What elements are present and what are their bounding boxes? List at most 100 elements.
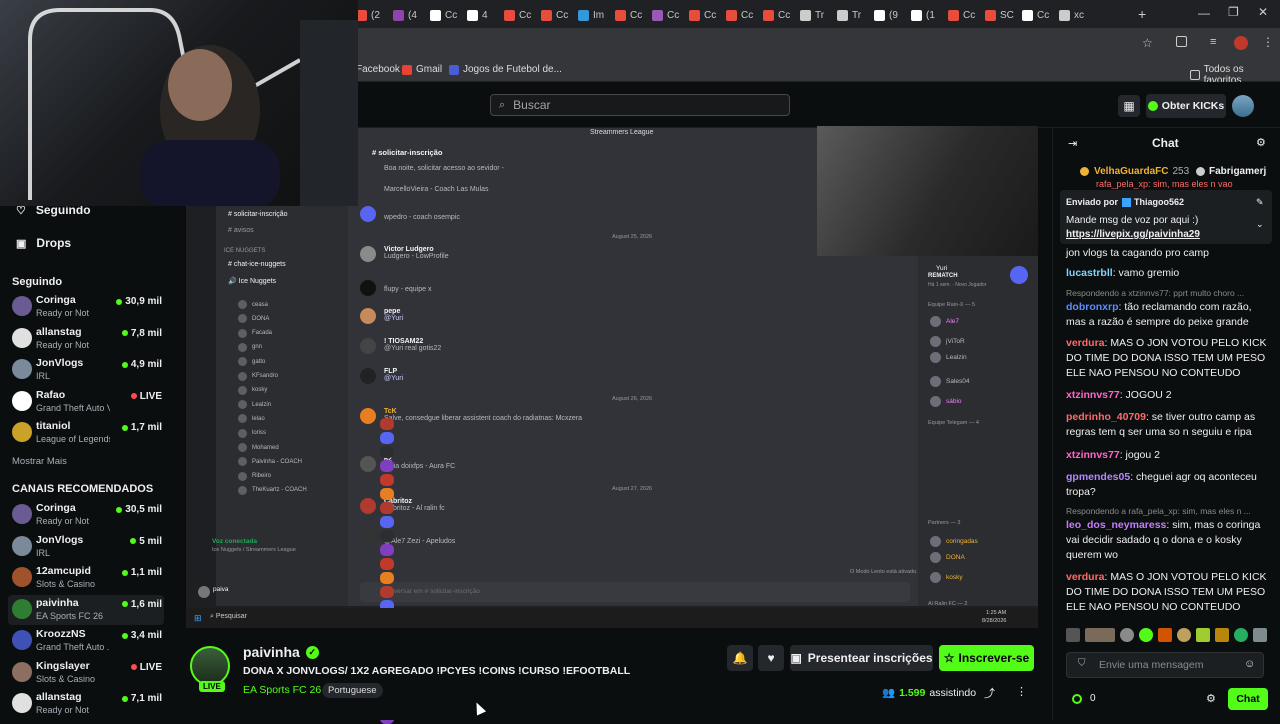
chat-message[interactable]: xtzinnvs77: jogou 2 [1066, 448, 1272, 463]
sidebar-channel[interactable]: JonVlogs IRL 5 mil [8, 532, 164, 562]
bookmark-gmail[interactable]: Gmail [402, 64, 442, 75]
notification-button[interactable]: 🔔 [727, 645, 753, 671]
emote-icon[interactable] [1066, 628, 1080, 642]
chat-username[interactable]: verdura [1066, 337, 1105, 349]
browser-tab[interactable]: (9 [874, 5, 898, 25]
collapse-chat-icon[interactable]: ⇥ [1068, 137, 1077, 150]
browser-tab[interactable]: Cc [504, 5, 531, 25]
browser-tab[interactable]: Cc [615, 5, 642, 25]
bookmark-star-icon[interactable]: ☆ [1142, 36, 1153, 50]
browser-tab[interactable]: SC [985, 5, 1014, 25]
language-tag[interactable]: Portuguese [322, 683, 383, 698]
maximize-icon[interactable]: ❐ [1228, 5, 1239, 19]
browser-tab[interactable]: Tr [800, 5, 824, 25]
channel-category: Grand Theft Auto V (... [36, 402, 110, 413]
browser-tab[interactable]: Cc [948, 5, 975, 25]
chat-message[interactable]: leo_dos_neymaress: sim, mas o coringa va… [1066, 518, 1272, 563]
emote-icon[interactable] [1196, 628, 1210, 642]
pinned-link[interactable]: https://livepix.gg/paivinha29 [1066, 229, 1200, 240]
browser-tab[interactable]: Cc [652, 5, 679, 25]
sidebar-channel[interactable]: Coringa Ready or Not 30,9 mil [8, 292, 164, 322]
emote-icon[interactable] [1253, 628, 1267, 642]
sidebar-channel[interactable]: 12amcupid Slots & Casino 1,1 mil [8, 563, 164, 593]
emote-icon[interactable] [1177, 628, 1191, 642]
chat-input[interactable]: Envie uma mensagem [1066, 652, 1264, 678]
browser-tab[interactable]: xc [1059, 5, 1084, 25]
stream-category[interactable]: EA Sports FC 26 [243, 684, 321, 696]
more-icon[interactable]: ⋮ [1016, 685, 1027, 698]
chat-username[interactable]: dobronxrp [1066, 301, 1119, 313]
chat-username[interactable]: lucastrbll [1066, 267, 1113, 279]
emote-icon[interactable] [1120, 628, 1134, 642]
chat-username[interactable]: xtzinnvs77 [1066, 449, 1120, 461]
chat-message[interactable]: dobronxrp: tão reclamando com razão, mas… [1066, 300, 1272, 330]
sidebar-channel[interactable]: titaniol League of Legends 1,7 mil [8, 418, 164, 448]
sidebar-channel[interactable]: Coringa Ready or Not 30,5 mil [8, 500, 164, 530]
emote-icon[interactable] [1139, 628, 1153, 642]
sidebar-channel[interactable]: KroozzNS Grand Theft Auto ... 3,4 mil [8, 626, 164, 656]
sidebar-item-drops[interactable]: ▣ Drops [16, 236, 71, 250]
emoji-icon[interactable]: ☺ [1244, 658, 1255, 670]
chat-message[interactable]: xtzinnvs77: JOGOU 2 [1066, 388, 1272, 403]
chat-username[interactable]: verdura [1066, 571, 1105, 583]
streamer-avatar[interactable] [190, 646, 230, 686]
browser-tab[interactable]: Cc [430, 5, 457, 25]
chat-options-icon[interactable]: ⚙ [1206, 692, 1216, 705]
chat-message[interactable]: verdura: MAS O JON VOTOU PELO KICK DO TI… [1066, 570, 1272, 615]
chat-settings-icon[interactable]: ⚙ [1256, 136, 1266, 149]
chat-username[interactable]: pedrinho_40709 [1066, 411, 1146, 423]
bookmark-jogos[interactable]: Jogos de Futebol de... [449, 64, 562, 75]
sidebar-channel[interactable]: paivinha EA Sports FC 26 1,6 mil [8, 594, 164, 625]
extensions-icon[interactable] [1176, 36, 1187, 47]
browser-tab[interactable]: Cc [1022, 5, 1049, 25]
search-input[interactable]: ⌕ Buscar [490, 94, 790, 116]
bookmark-facebook[interactable]: Facebook [356, 64, 400, 75]
chat-message[interactable]: verdura: MAS O JON VOTOU PELO KICK DO TI… [1066, 336, 1272, 381]
emote-icon[interactable] [1234, 628, 1248, 642]
browser-tab[interactable]: Cc [763, 5, 790, 25]
chat-username[interactable]: xtzinnvs77 [1066, 389, 1120, 401]
subscribe-button[interactable]: ☆ Inscrever-se [939, 645, 1034, 671]
gift-subs-button[interactable]: ▣ Presentear inscrições [790, 645, 933, 671]
browser-tab[interactable]: Cc [541, 5, 568, 25]
close-window-icon[interactable]: ✕ [1258, 5, 1268, 19]
new-tab-button[interactable]: + [1138, 6, 1146, 22]
browser-menu-icon[interactable]: ⋮ [1262, 35, 1274, 49]
sidebar-channel[interactable]: allanstag Ready or Not 7,8 mil [8, 324, 164, 354]
chat-message[interactable]: lucastrbll: vamo gremio [1066, 266, 1272, 281]
chat-username[interactable]: gpmendes05 [1066, 471, 1130, 483]
media-icon[interactable]: ≡ [1210, 36, 1216, 48]
sidebar-channel[interactable]: Kingslayer Slots & Casino LIVE [8, 658, 164, 688]
sidebar-channel[interactable]: RafaoGrand Theft Auto V (... LIVE [8, 387, 164, 417]
browser-tab[interactable]: (4 [393, 5, 417, 25]
unpin-icon[interactable]: ✎ [1256, 197, 1264, 208]
chevron-down-icon[interactable]: ⌄ [1256, 219, 1264, 230]
browser-tab[interactable]: (1 [911, 5, 935, 25]
get-kicks-button[interactable]: Obter KICKs [1146, 94, 1226, 118]
user-avatar[interactable] [1232, 95, 1254, 117]
grid-icon[interactable]: ▦ [1118, 95, 1140, 117]
chat-message[interactable]: gpmendes05: cheguei agr oq aconteceu tro… [1066, 470, 1272, 500]
chat-username[interactable]: leo_dos_neymaress [1066, 519, 1166, 531]
follow-button[interactable]: ♥ [758, 645, 784, 671]
channel-points[interactable]: 0 [1072, 693, 1096, 704]
profile-avatar[interactable] [1234, 36, 1248, 50]
share-icon[interactable]: ⤴ [984, 685, 995, 701]
browser-tab[interactable]: 4 [467, 5, 488, 25]
chat-message[interactable]: jon vlogs ta cagando pro camp [1066, 246, 1272, 261]
emote-icon[interactable] [1085, 628, 1115, 642]
streamer-name[interactable]: paivinha [243, 644, 300, 660]
emote-icon[interactable] [1158, 628, 1172, 642]
show-more-link[interactable]: Mostrar Mais [12, 456, 67, 467]
chat-message[interactable]: pedrinho_40709: se tiver outro camp as r… [1066, 410, 1272, 440]
sidebar-channel[interactable]: JonVlogs IRL 4,9 mil [8, 355, 164, 385]
browser-tab[interactable]: Cc [689, 5, 716, 25]
emote-icon[interactable] [1215, 628, 1229, 642]
browser-tab[interactable]: Cc [726, 5, 753, 25]
browser-tab[interactable]: (2 [356, 5, 380, 25]
browser-tab[interactable]: Im [578, 5, 604, 25]
minimize-icon[interactable]: — [1198, 6, 1210, 20]
browser-tab[interactable]: Tr [837, 5, 861, 25]
sidebar-channel[interactable]: allanstag Ready or Not 7,1 mil [8, 689, 164, 719]
send-chat-button[interactable]: Chat [1228, 688, 1268, 710]
